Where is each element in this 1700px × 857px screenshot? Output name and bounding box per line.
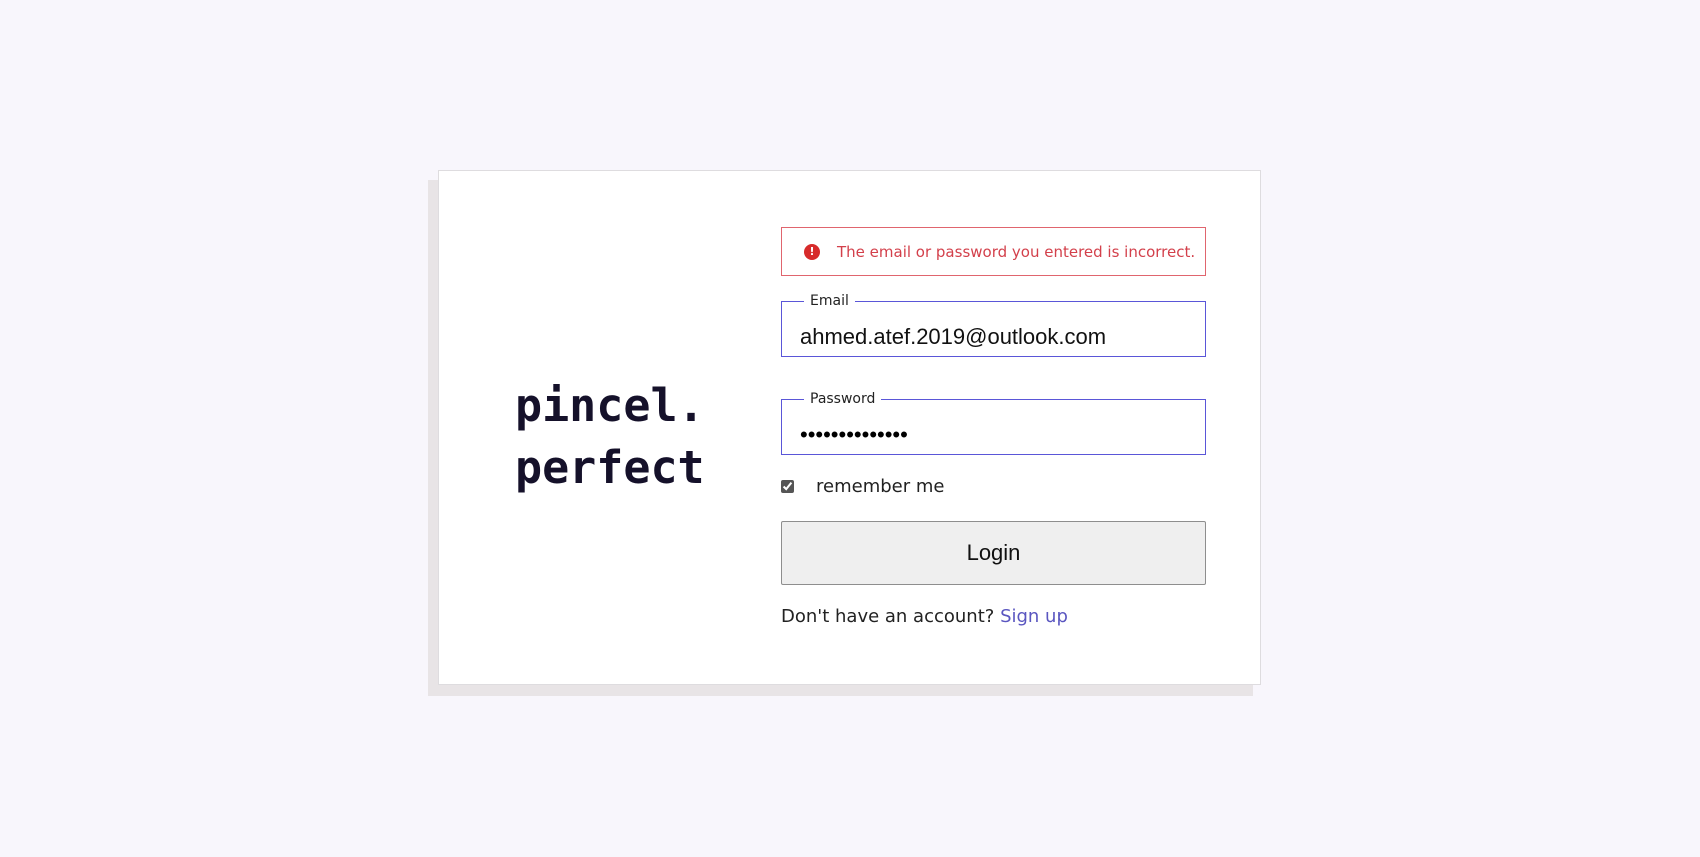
signup-prompt: Don't have an account? — [781, 606, 995, 627]
email-field: Email — [781, 294, 1206, 357]
remember-me-row: remember me — [781, 476, 944, 497]
email-label: Email — [810, 293, 849, 309]
password-field: Password — [781, 392, 1206, 455]
password-input[interactable] — [800, 422, 1190, 448]
error-message: The email or password you entered is inc… — [837, 242, 1196, 261]
signup-prompt-line: Don't have an account? Sign up — [781, 606, 1068, 627]
error-alert: ! The email or password you entered is i… — [781, 227, 1206, 276]
logo-line-2: perfect — [515, 441, 705, 494]
password-label: Password — [810, 391, 876, 407]
email-input[interactable] — [800, 324, 1190, 350]
error-icon: ! — [804, 243, 820, 260]
remember-me-checkbox[interactable] — [781, 480, 794, 493]
remember-me-label[interactable]: remember me — [816, 476, 944, 497]
logo-line-1: pincel. — [515, 379, 705, 432]
brand-logo: pincel. perfect — [515, 375, 705, 499]
login-button[interactable]: Login — [781, 521, 1206, 585]
signup-link[interactable]: Sign up — [1000, 606, 1068, 627]
